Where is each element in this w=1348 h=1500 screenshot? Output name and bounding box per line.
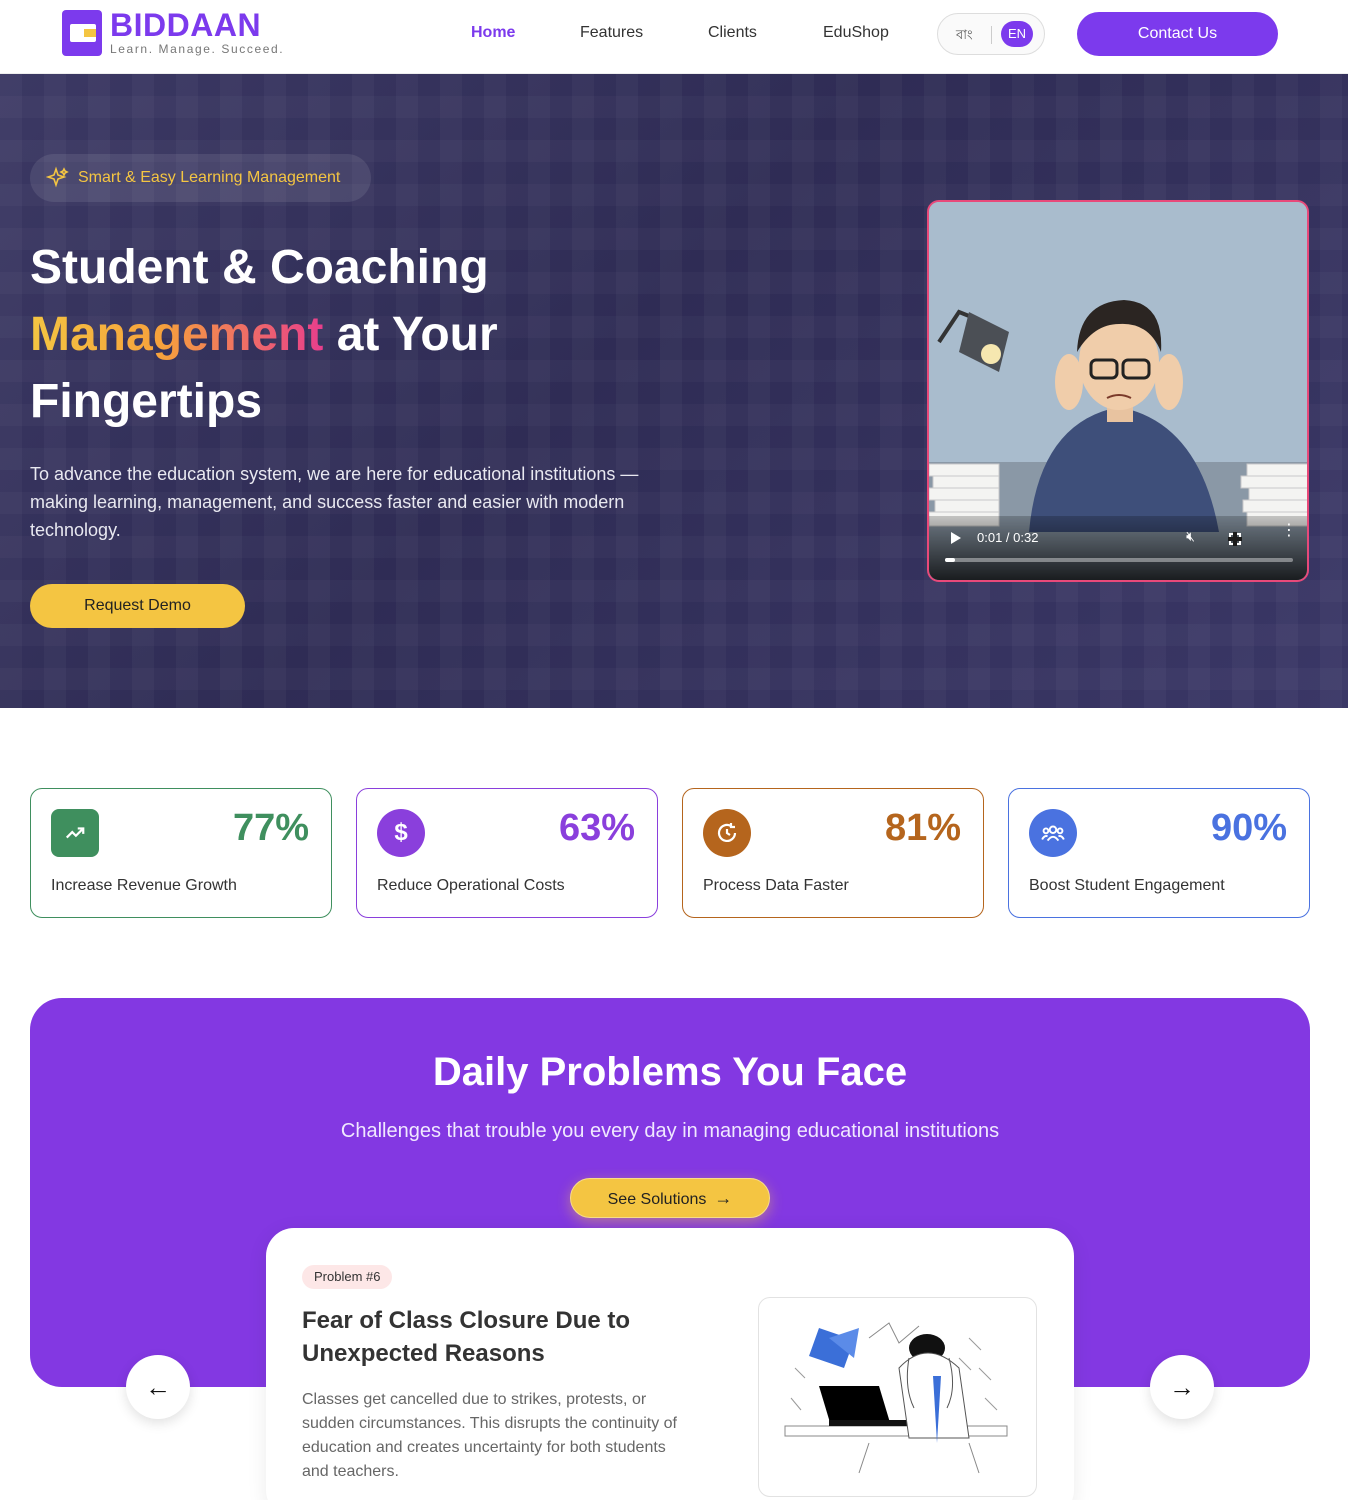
stat-card-revenue: 77% Increase Revenue Growth	[30, 788, 332, 918]
contact-us-button[interactable]: Contact Us	[1077, 12, 1278, 56]
problem-card: Problem #6 Fear of Class Closure Due to …	[266, 1228, 1074, 1500]
refresh-clock-icon	[703, 809, 751, 857]
stat-label: Process Data Faster	[703, 877, 849, 894]
hero-title-highlight: Management	[30, 308, 324, 361]
dollar-icon: $	[377, 809, 425, 857]
stat-label: Boost Student Engagement	[1029, 877, 1225, 894]
stat-card-data: 81% Process Data Faster	[682, 788, 984, 918]
arrow-left-icon: ←	[145, 1372, 171, 1402]
nav-edushop[interactable]: EduShop	[823, 24, 889, 42]
lang-option-en[interactable]: EN	[1001, 21, 1033, 47]
language-switcher: বাং EN	[937, 13, 1045, 55]
sparkles-icon	[45, 166, 70, 190]
users-icon	[1029, 809, 1077, 857]
brand-tagline: Learn. Manage. Succeed.	[110, 42, 285, 56]
hero-badge: Smart & Easy Learning Management	[30, 154, 371, 202]
hero-section: Smart & Easy Learning Management Student…	[0, 74, 1348, 708]
nav-home[interactable]: Home	[471, 24, 515, 42]
hero-title-part1: Student & Coaching	[30, 241, 489, 294]
hero-description: To advance the education system, we are …	[30, 464, 639, 540]
lang-divider	[991, 26, 992, 44]
stat-value: 63%	[558, 807, 635, 849]
stat-value: 90%	[1210, 807, 1287, 849]
stat-card-engagement: 90% Boost Student Engagement	[1008, 788, 1310, 918]
stat-label: Increase Revenue Growth	[51, 877, 237, 894]
play-icon[interactable]	[951, 532, 961, 544]
problem-title: Fear of Class Closure Due to Unexpected …	[302, 1307, 631, 1367]
video-controls: 0:01 / 0:32 🔇︎ ⋮	[929, 516, 1307, 580]
problem-illustration	[758, 1297, 1037, 1497]
stat-value: 81%	[884, 807, 961, 849]
nav-clients[interactable]: Clients	[708, 24, 757, 42]
video-progress-fill	[945, 558, 956, 562]
video-progress-bar[interactable]	[945, 558, 1293, 562]
problems-title: Daily Problems You Face	[432, 1050, 908, 1094]
trending-up-icon	[51, 809, 99, 857]
more-options-icon[interactable]: ⋮	[1281, 523, 1297, 539]
arrow-right-icon: →	[1169, 1372, 1195, 1402]
hero-title-part3: Fingertips	[30, 375, 263, 428]
brand-logo[interactable]: BIDDAAN Learn. Manage. Succeed.	[62, 7, 285, 56]
video-time: 0:01 / 0:32	[977, 530, 1039, 545]
arrow-right-icon: →	[714, 1188, 733, 1208]
see-solutions-label: See Solutions	[607, 1191, 707, 1208]
hero-title: Student & Coaching Management at Your Fi…	[30, 234, 650, 435]
carousel-prev-button[interactable]: ←	[126, 1355, 190, 1419]
stat-value: 77%	[232, 807, 309, 849]
fullscreen-icon[interactable]	[1228, 532, 1242, 546]
stat-card-costs: $ 63% Reduce Operational Costs	[356, 788, 658, 918]
hero-video-player[interactable]: 0:01 / 0:32 🔇︎ ⋮	[927, 200, 1309, 582]
carousel-next-button[interactable]: →	[1150, 1355, 1214, 1419]
problem-number-badge: Problem #6	[302, 1265, 393, 1289]
muted-speaker-icon[interactable]: 🔇︎	[1186, 528, 1195, 545]
hero-badge-text: Smart & Easy Learning Management	[78, 169, 341, 186]
nav-features[interactable]: Features	[580, 24, 643, 42]
request-demo-button[interactable]: Request Demo	[30, 584, 245, 628]
brand-name: BIDDAAN	[110, 7, 262, 43]
see-solutions-button[interactable]: See Solutions →	[570, 1178, 770, 1218]
stat-label: Reduce Operational Costs	[377, 877, 565, 894]
logo-mark-icon	[62, 10, 102, 56]
lang-option-bn[interactable]: বাং	[956, 26, 973, 47]
problem-description: Classes get cancelled due to strikes, pr…	[302, 1391, 677, 1480]
top-navbar: BIDDAAN Learn. Manage. Succeed. Home Fea…	[0, 0, 1348, 74]
hero-title-part2: at Your	[336, 308, 498, 361]
problems-subtitle: Challenges that trouble you every day in…	[340, 1120, 1000, 1142]
